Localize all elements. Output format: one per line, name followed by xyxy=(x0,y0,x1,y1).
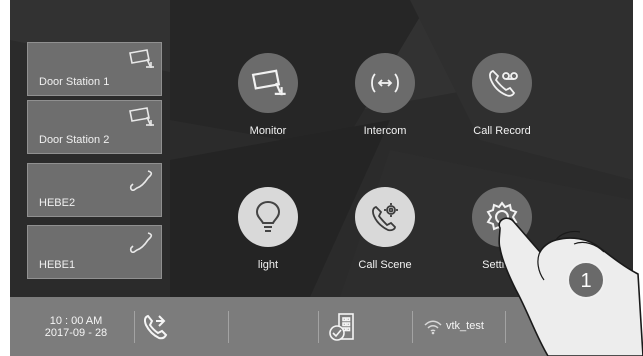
call-scene-button[interactable] xyxy=(355,187,415,247)
app-intercom[interactable]: Intercom xyxy=(335,53,435,137)
divider xyxy=(134,311,135,343)
side-item-door-station-1[interactable]: Door Station 1 xyxy=(27,42,162,96)
side-item-label: Door Station 1 xyxy=(39,76,110,88)
phone-icon xyxy=(129,170,153,191)
intercom-icon xyxy=(371,73,399,93)
divider xyxy=(505,311,506,343)
side-item-label: Door Station 2 xyxy=(39,134,110,146)
divider xyxy=(228,311,229,343)
building-check-icon[interactable] xyxy=(328,311,358,343)
app-grid: Monitor Intercom Call Record light Call … xyxy=(218,40,588,290)
app-label: Monitor xyxy=(249,125,287,137)
monitor-button[interactable] xyxy=(238,53,298,113)
phone-icon xyxy=(129,232,153,253)
call-record-button[interactable] xyxy=(472,53,532,113)
date-text: 2017-09 - 28 xyxy=(44,327,108,339)
divider xyxy=(318,311,319,343)
power-icon[interactable] xyxy=(599,314,625,340)
app-monitor[interactable]: Monitor xyxy=(218,53,318,137)
status-bar: 10 : 00 AM 2017-09 - 28 vtk_test xyxy=(10,297,633,356)
wifi-ssid: vtk_test xyxy=(446,320,484,332)
side-panel: Door Station 1 Door Station 2 HEBE2 HEBE… xyxy=(10,0,165,297)
time-text: 10 : 00 AM xyxy=(49,315,103,327)
divider xyxy=(412,311,413,343)
light-button[interactable] xyxy=(238,187,298,247)
app-call-record[interactable]: Call Record xyxy=(452,53,552,137)
app-label: Intercom xyxy=(363,125,407,137)
datetime-display: 10 : 00 AM 2017-09 - 28 xyxy=(36,315,116,339)
app-label: Call Record xyxy=(473,125,531,137)
bulb-icon xyxy=(255,200,281,232)
call-forward-icon[interactable] xyxy=(142,313,172,341)
side-item-hebe2[interactable]: HEBE2 xyxy=(27,163,162,217)
side-item-door-station-2[interactable]: Door Station 2 xyxy=(27,100,162,154)
side-item-label: HEBE2 xyxy=(39,197,76,209)
side-item-hebe1[interactable]: HEBE1 xyxy=(27,225,162,279)
app-label: Call Scene xyxy=(358,259,412,271)
camera-icon xyxy=(129,107,154,126)
wifi-icon xyxy=(424,320,442,335)
settings-button[interactable] xyxy=(472,187,532,247)
side-item-label: HEBE1 xyxy=(39,259,76,271)
app-label: Settings xyxy=(482,259,522,271)
camera-icon xyxy=(129,49,154,68)
app-label: light xyxy=(257,259,279,271)
camera-icon xyxy=(251,69,286,96)
app-settings[interactable]: Settings xyxy=(452,187,552,271)
app-call-scene[interactable]: Call Scene xyxy=(335,187,435,271)
phone-gear-icon xyxy=(372,203,398,232)
app-light[interactable]: light xyxy=(218,187,318,271)
gear-icon xyxy=(486,201,518,233)
intercom-screen: Door Station 1 Door Station 2 HEBE2 HEBE… xyxy=(10,0,633,356)
voicemail-icon xyxy=(489,69,518,97)
intercom-button[interactable] xyxy=(355,53,415,113)
